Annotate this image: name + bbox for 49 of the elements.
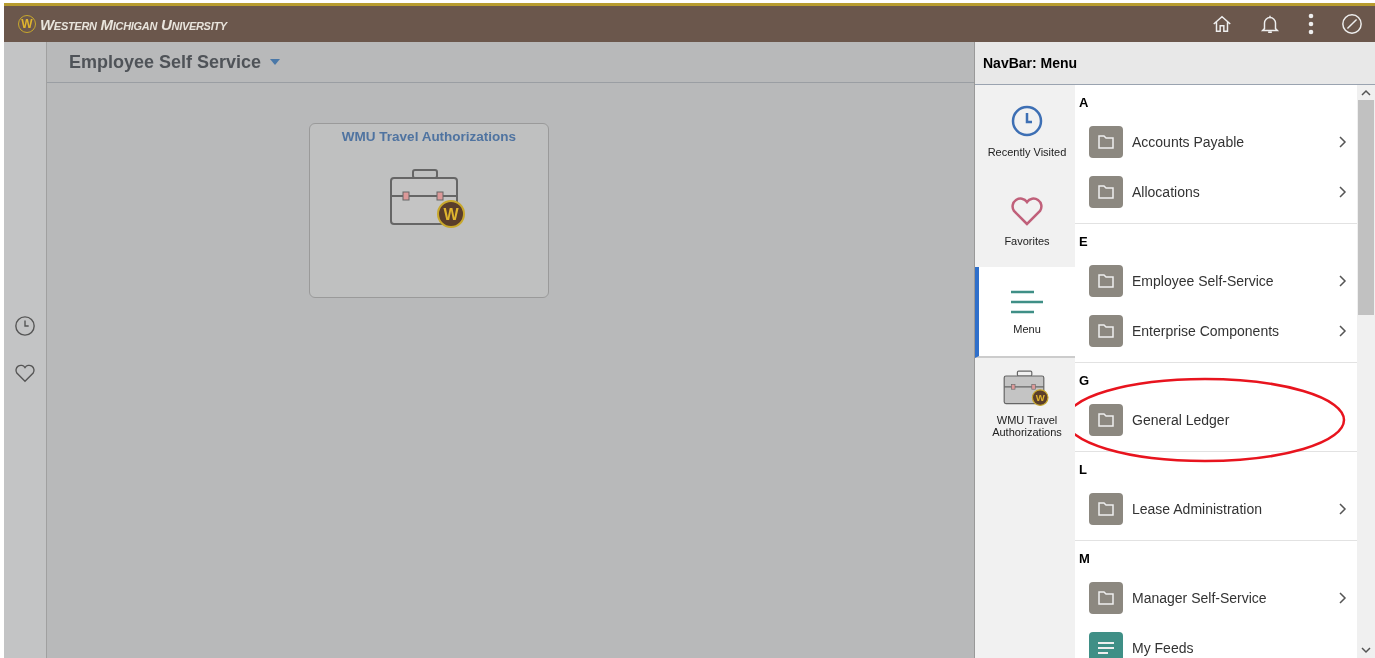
tile-title: WMU Travel Authorizations [341,129,517,144]
app-tile[interactable]: WMU Travel Authorizations W [309,123,549,298]
heart-icon[interactable] [14,363,36,383]
menu-item[interactable]: Employee Self-Service [1075,256,1357,306]
menu-item[interactable]: Accounts Payable [1075,117,1357,167]
section-letter: G [1078,373,1091,390]
chevron-icon [1339,592,1347,604]
chevron-icon [1339,186,1347,198]
menu-icon [1010,288,1044,315]
folder-icon [1089,315,1123,347]
clock-icon[interactable] [14,315,36,337]
section-letter: A [1078,95,1090,112]
folder-icon [1089,582,1123,614]
navbar-tab[interactable]: W WMU Travel Authorizations [975,358,1075,449]
home-icon[interactable] [1211,13,1233,35]
menu-item[interactable]: General Ledger [1075,395,1357,445]
section-letter: E [1078,234,1089,251]
folder-icon [1089,126,1123,158]
section-letter: L [1078,462,1088,479]
chevron-icon [1339,275,1347,287]
bell-icon[interactable] [1259,13,1281,35]
navbar-tab[interactable]: Favorites [975,176,1075,267]
navbar-title: NavBar: Menu [983,55,1078,71]
navbar-tab[interactable]: Menu [975,267,1075,358]
section-letter: M [1078,551,1091,568]
scroll-up-icon[interactable] [1361,89,1371,96]
university-name: Western Michigan University [40,15,227,33]
feed-icon [1089,632,1123,658]
more-icon[interactable] [1307,13,1315,35]
compass-icon[interactable] [1341,13,1363,35]
menu-item[interactable]: Enterprise Components [1075,306,1357,356]
chevron-icon [1339,503,1347,515]
scrollbar-thumb[interactable] [1358,100,1374,315]
heart-icon [1010,196,1044,227]
folder-icon [1089,493,1123,525]
menu-item[interactable]: My Feeds [1075,623,1357,658]
folder-icon [1089,404,1123,436]
folder-icon [1089,265,1123,297]
scrollbar[interactable] [1357,85,1375,658]
clock-icon [1010,103,1044,138]
chevron-icon [1339,325,1347,337]
menu-item[interactable]: Lease Administration [1075,484,1357,534]
menu-item[interactable]: Allocations [1075,167,1357,217]
navbar-tab[interactable]: Recently Visited [975,85,1075,176]
page-title[interactable]: Employee Self Service [69,51,262,73]
chevron-icon [1339,136,1347,148]
menu-item[interactable]: Manager Self-Service [1075,573,1357,623]
folder-icon [1089,176,1123,208]
scroll-down-icon[interactable] [1361,647,1371,654]
